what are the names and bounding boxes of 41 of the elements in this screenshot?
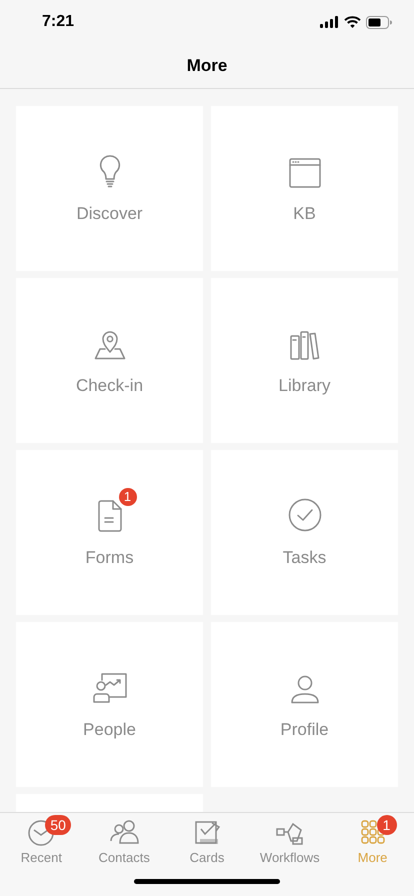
browser-window-icon — [288, 158, 320, 188]
tab-label: Contacts — [98, 850, 150, 865]
menu-tile[interactable]: Tasks — [211, 450, 398, 615]
tab-label: Recent — [20, 850, 62, 865]
tile-label: Check-in — [76, 376, 144, 396]
menu-tile[interactable]: KB — [211, 106, 398, 271]
menu-tile[interactable]: Profile — [211, 622, 398, 787]
person-icon — [290, 674, 320, 704]
menu-tile[interactable]: 1 Forms — [16, 450, 203, 615]
count-badge: 1 — [376, 815, 397, 835]
menu-tile[interactable]: Discover — [16, 106, 203, 271]
menu-tile[interactable]: Check-in — [16, 278, 203, 443]
menu-tile[interactable]: Library — [211, 278, 398, 443]
tab[interactable]: Contacts — [82, 819, 166, 870]
tile-label: Tasks — [282, 548, 326, 568]
battery-icon — [366, 16, 392, 28]
people-icon — [109, 819, 140, 846]
tile-label: Library — [278, 376, 330, 396]
check-circle-icon — [288, 498, 322, 532]
document-icon — [96, 500, 122, 532]
status-time: 7:21 — [42, 13, 74, 31]
bulb-icon — [98, 154, 120, 188]
count-badge: 1 — [118, 488, 136, 506]
count-badge: 50 — [45, 815, 71, 835]
tile-label: Discover — [76, 204, 143, 224]
presenter-icon — [92, 672, 128, 704]
tile-label: Profile — [280, 720, 329, 740]
tile-label: KB — [293, 204, 316, 224]
tab[interactable]: Cards — [166, 819, 248, 870]
tile-label: People — [83, 720, 136, 740]
tab-label: Cards — [190, 850, 224, 865]
page-title: More — [186, 56, 228, 76]
menu-tile[interactable]: People — [16, 622, 203, 787]
books-icon — [290, 330, 320, 360]
tab[interactable]: Workflows — [248, 819, 332, 870]
tile-label: Forms — [85, 548, 134, 568]
tab-label: More — [358, 850, 388, 865]
tab-label: Workflows — [260, 850, 320, 865]
wifi-icon — [344, 16, 361, 28]
signal-icon — [320, 16, 339, 28]
map-pin-icon — [94, 330, 126, 360]
